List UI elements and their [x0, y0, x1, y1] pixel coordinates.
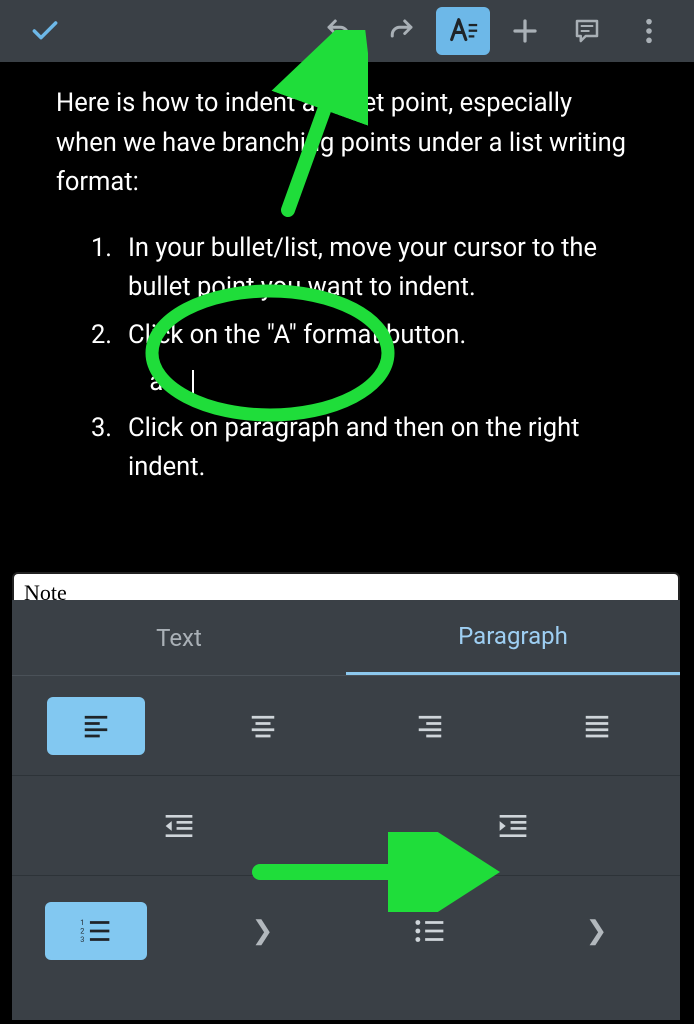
indent-row: [12, 776, 680, 876]
list-item-text: In your bullet/list, move your cursor to…: [128, 229, 638, 308]
comment-button[interactable]: [560, 7, 614, 55]
alignment-row: [12, 676, 680, 776]
ordered-list: 1. In your bullet/list, move your cursor…: [56, 229, 638, 488]
document-body[interactable]: Here is how to indent a bullet point, es…: [0, 62, 694, 587]
increase-indent-button[interactable]: [346, 811, 680, 841]
format-panel: Text Paragraph 1: [12, 600, 680, 1020]
top-toolbar: [0, 0, 694, 62]
sub-list-item-text: [186, 363, 194, 403]
done-check-button[interactable]: [18, 7, 72, 55]
list-item-text: Click on the "A" format button.: [128, 316, 466, 356]
align-justify-button[interactable]: [513, 711, 680, 741]
numbered-list-button[interactable]: 1 2 3: [12, 902, 179, 960]
numbered-list-active: 1 2 3: [45, 902, 147, 960]
background-sheet-header: Note: [12, 572, 680, 600]
chevron-right-icon: ❯: [586, 916, 608, 946]
tab-paragraph[interactable]: Paragraph: [346, 600, 680, 675]
text-cursor: [192, 370, 194, 396]
list-type-row: 1 2 3 ❯ ❯: [12, 876, 680, 986]
decrease-indent-button[interactable]: [12, 811, 346, 841]
tab-text[interactable]: Text: [12, 600, 346, 675]
undo-button[interactable]: [312, 7, 366, 55]
list-item: 3. Click on paragraph and then on the ri…: [90, 409, 638, 488]
intro-text: Here is how to indent a bullet point, es…: [56, 84, 638, 203]
bulleted-list-more-button[interactable]: ❯: [513, 916, 680, 946]
chevron-right-icon: ❯: [252, 916, 274, 946]
svg-text:3: 3: [80, 935, 84, 944]
align-left-active: [47, 697, 145, 755]
list-item: 2. Click on the "A" format button.: [90, 316, 638, 356]
align-right-button[interactable]: [346, 711, 513, 741]
list-item: 1. In your bullet/list, move your cursor…: [90, 229, 638, 308]
format-button[interactable]: [436, 7, 490, 55]
align-left-button[interactable]: [12, 697, 179, 755]
align-center-button[interactable]: [179, 711, 346, 741]
redo-button[interactable]: [374, 7, 428, 55]
list-item-text: Click on paragraph and then on the right…: [128, 409, 638, 488]
panel-tabs: Text Paragraph: [12, 600, 680, 676]
more-menu-button[interactable]: [622, 7, 676, 55]
sub-list-item: a.: [90, 363, 638, 403]
add-button[interactable]: [498, 7, 552, 55]
numbered-list-more-button[interactable]: ❯: [179, 916, 346, 946]
bulleted-list-button[interactable]: [346, 916, 513, 946]
